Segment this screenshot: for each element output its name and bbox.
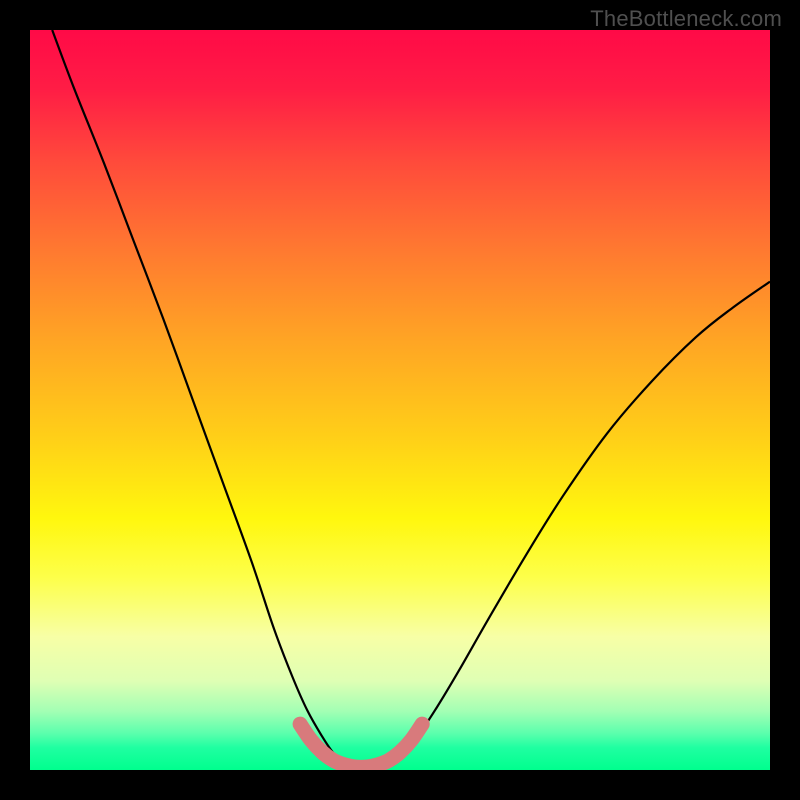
watermark-text: TheBottleneck.com	[590, 6, 782, 32]
right-curve-line	[370, 282, 770, 769]
plot-area	[30, 30, 770, 770]
left-curve-line	[52, 30, 370, 769]
chart-frame: TheBottleneck.com	[0, 0, 800, 800]
curve-overlay	[30, 30, 770, 770]
